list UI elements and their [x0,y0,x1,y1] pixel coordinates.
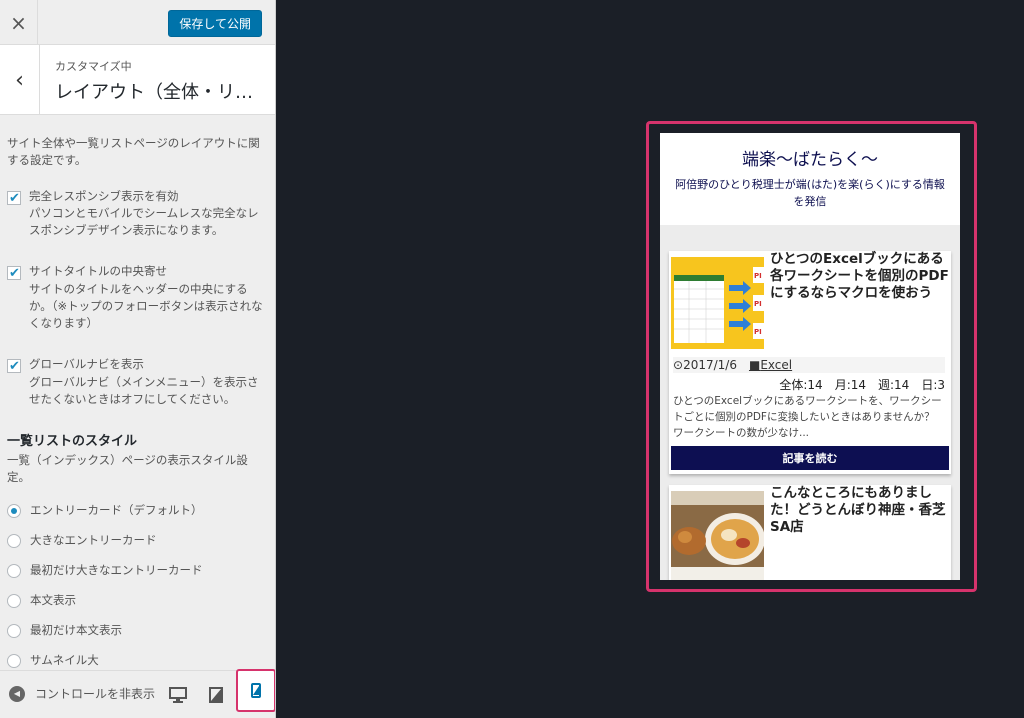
mobile-preview: 端楽〜ばたらく〜 阿倍野のひとり税理士が端(はた)を楽(らく)にする情報を発信 … [660,133,960,580]
radio-entry-card[interactable]: エントリーカード（デフォルト） [7,496,264,526]
svg-text:PI: PI [754,328,762,336]
svg-text:PI: PI [754,300,762,308]
radio-label: 大きなエントリーカード [30,533,157,548]
mobile-icon [251,683,261,698]
radio-first-body-display[interactable]: 最初だけ本文表示 [7,616,264,646]
checkbox-description: パソコンとモバイルでシームレスな完全なレスポンシブデザイン表示になります。 [29,205,259,237]
close-icon[interactable]: × [0,0,38,45]
read-more-button[interactable]: 記事を読む [671,446,949,470]
radio-selected-icon[interactable] [7,504,21,518]
checkbox-label: グローバルナビを表示 [29,357,144,372]
radio-label: 最初だけ大きなエントリーカード [30,563,203,578]
radio-label: エントリーカード（デフォルト） [30,503,203,518]
checkbox-label: サイトタイトルの中央寄せ [29,264,167,279]
entry-card[interactable]: こんなところにもありました！どうとんぼり神座・香芝SA店 [669,485,951,580]
entry-card[interactable]: PI PI PI ひとつのExcelブックにある各ワークシートを個別のPDFにす… [669,251,951,474]
radio-large-thumbnail[interactable]: サムネイル大 [7,646,264,670]
checkbox-global-nav[interactable]: グローバルナビを表示 グローバルナビ（メインメニュー）を表示させたくないときはオ… [7,356,264,408]
site-header: 端楽〜ばたらく〜 阿倍野のひとり税理士が端(はた)を楽(らく)にする情報を発信 [660,133,960,225]
section-header: ‹ カスタマイズ中 レイアウト（全体・リスト） [0,45,275,115]
entry-meta: ⊙ 2017/1/6 ■Excel [673,357,945,373]
section-description: サイト全体や一覧リストページのレイアウトに関する設定です。 [7,136,260,168]
checkbox-checked-icon[interactable] [7,189,21,208]
list-style-heading: 一覧リストのスタイル [7,434,138,449]
radio-label: サムネイル大 [30,653,99,668]
checkbox-checked-icon[interactable] [7,357,21,377]
radio-large-entry-card[interactable]: 大きなエントリーカード [7,526,264,556]
checkbox-label: 完全レスポンシブ表示を有効 [29,188,179,203]
checkbox-responsive[interactable]: 完全レスポンシブ表示を有効 パソコンとモバイルでシームレスな完全なレスポンシブデ… [7,188,264,240]
radio-label: 本文表示 [30,593,76,608]
hide-controls-label: コントロールを非表示 [35,687,156,701]
checkbox-description: グローバルナビ（メインメニュー）を表示させたくないときはオフにしてください。 [29,374,259,406]
site-description: 阿倍野のひとり税理士が端(はた)を楽(らく)にする情報を発信 [675,178,945,208]
entry-title[interactable]: こんなところにもありました！どうとんぼり神座・香芝SA店 [770,485,950,536]
checkbox-center-title[interactable]: サイトタイトルの中央寄せ サイトのタイトルをヘッダーの中央にするか。（※トップの… [7,263,264,332]
food-photo-thumbnail [671,491,764,580]
excel-pdf-thumbnail: PI PI PI [671,257,764,349]
checkbox-description: サイトのタイトルをヘッダーの中央にするか。（※トップのフォローボタンは表示されな… [29,281,263,331]
entry-date: 2017/1/6 [683,358,737,372]
customizer-header: × 保存して公開 [0,0,275,45]
section-title: レイアウト（全体・リスト） [55,82,265,103]
customizer-sidebar: × 保存して公開 ‹ カスタマイズ中 レイアウト（全体・リスト） サイト全体や一… [0,0,276,718]
list-style-description: 一覧（インデックス）ページの表示スタイル設定。 [7,452,248,484]
breadcrumb: カスタマイズ中 [55,60,132,73]
entry-category[interactable]: ■Excel [749,358,792,372]
entry-excerpt: ひとつのExcelブックにあるワークシートを、ワークシートごとに個別のPDFに変… [673,395,942,439]
back-icon[interactable]: ‹ [0,45,40,115]
controls-panel: サイト全体や一覧リストページのレイアウトに関する設定です。 完全レスポンシブ表示… [0,115,275,670]
radio-icon[interactable] [7,534,21,548]
tablet-icon [209,687,223,703]
svg-text:PI: PI [754,272,762,280]
clock-icon: ⊙ [673,358,684,372]
entry-title[interactable]: ひとつのExcelブックにある各ワークシートを個別のPDFにするならマクロを使お… [770,251,950,302]
site-title[interactable]: 端楽〜ばたらく〜 [660,145,960,170]
checkbox-checked-icon[interactable] [7,264,21,284]
radio-icon[interactable] [7,624,21,638]
radio-label: 最初だけ本文表示 [30,623,122,638]
desktop-icon [169,687,187,703]
customizer-footer: ◀ コントロールを非表示 [0,670,275,718]
radio-icon[interactable] [7,594,21,608]
radio-icon[interactable] [7,564,21,578]
mobile-preview-button[interactable] [236,669,275,712]
radio-body-display[interactable]: 本文表示 [7,586,264,616]
radio-icon[interactable] [7,654,21,668]
tablet-preview-button[interactable] [202,681,230,709]
hide-controls-button[interactable]: ◀ コントロールを非表示 [9,685,159,702]
collapse-icon: ◀ [9,685,25,702]
entry-view-stats: 全体:14 月:14 週:14 日:3 [779,378,945,392]
folder-icon: ■ [748,358,761,372]
save-publish-button[interactable]: 保存して公開 [168,10,262,37]
desktop-preview-button[interactable] [164,681,192,709]
radio-first-large-card[interactable]: 最初だけ大きなエントリーカード [7,556,264,586]
